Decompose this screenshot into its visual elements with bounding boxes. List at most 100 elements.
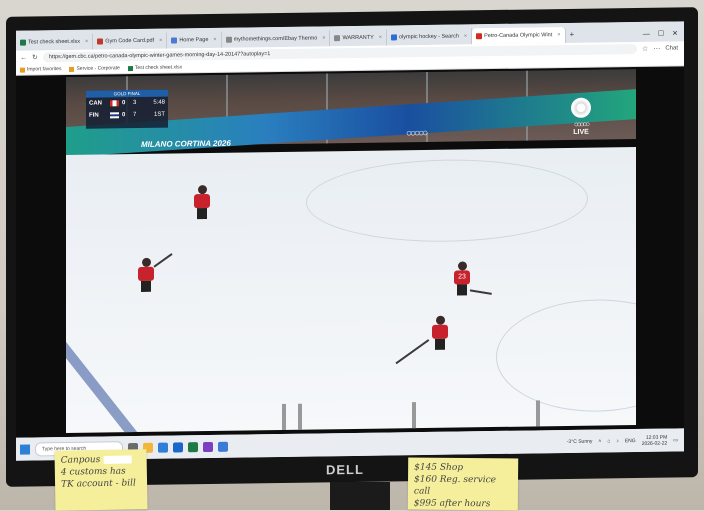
tab-label: Petro-Canada Olympic Wint: [484, 32, 553, 40]
teams-icon[interactable]: [203, 441, 213, 452]
close-window-icon[interactable]: ✕: [672, 29, 678, 37]
close-icon[interactable]: ×: [557, 32, 560, 38]
hockey-player: 23: [454, 261, 470, 296]
sticky-note-right: $145 Shop $160 Reg. service call $995 af…: [407, 457, 519, 511]
live-label: LIVE: [573, 128, 589, 136]
bench-railing: [282, 403, 286, 433]
window-controls: — ☐ ✕: [637, 25, 684, 42]
player-legs: [435, 338, 445, 350]
close-icon[interactable]: ×: [213, 37, 216, 43]
taskbar-clock[interactable]: 12:03 PM 2026-02-22: [642, 434, 668, 446]
close-icon[interactable]: ×: [322, 35, 325, 41]
extensions-icon[interactable]: ⋯: [653, 45, 660, 53]
browser-tab[interactable]: Home Page ×: [167, 31, 222, 49]
player-jersey: [138, 266, 154, 281]
bookmark-label: Service - Corporate: [76, 65, 120, 72]
folder-icon: [69, 66, 75, 72]
close-icon[interactable]: ×: [379, 35, 382, 41]
excel-icon: [127, 65, 133, 71]
excel-icon: [20, 39, 26, 46]
folder-icon: [20, 67, 25, 73]
player-jersey: [194, 193, 210, 209]
language-indicator[interactable]: ENG: [625, 438, 636, 444]
screen: Test check sheet.xlsx × Gym Code Card.pdf…: [16, 21, 684, 461]
page-icon: [171, 37, 178, 44]
player-helmet: [197, 185, 207, 195]
close-icon[interactable]: ×: [159, 38, 162, 44]
bench-railing: [298, 403, 302, 433]
tab-label: mythomethings.com/Ebay Thermo: [233, 35, 318, 43]
browser-tab[interactable]: WARRANTY ×: [330, 29, 387, 47]
cbc-icon: [476, 33, 483, 40]
new-tab-button[interactable]: +: [566, 27, 579, 43]
cbc-gem-icon: [571, 97, 591, 118]
outlook-icon[interactable]: [173, 441, 183, 452]
note-line: $160 Reg. service call: [413, 474, 497, 497]
browser-tab[interactable]: olympic hockey - Search ×: [386, 28, 473, 46]
back-icon[interactable]: ←: [20, 54, 27, 61]
player-legs: [457, 284, 467, 296]
player-jersey: 23: [454, 270, 470, 285]
browser-tab[interactable]: mythomethings.com/Ebay Thermo ×: [221, 30, 331, 48]
refresh-icon[interactable]: ↻: [32, 53, 38, 61]
close-icon[interactable]: ×: [85, 39, 88, 45]
system-tray: -3°C Sunny ˄ ⌂ ♪ ENG 12:03 PM 2026-02-22…: [567, 434, 684, 448]
volume-icon[interactable]: ♪: [616, 438, 619, 444]
finland-flag-icon: [110, 112, 119, 119]
scoreboard-row: FIN 0 7 1ST: [86, 109, 168, 122]
close-icon[interactable]: ×: [464, 33, 467, 39]
notification-icon[interactable]: ▭: [673, 437, 678, 443]
monitor-brand-logo: DELL: [326, 461, 364, 478]
edge-browser-icon[interactable]: [158, 442, 168, 453]
note-line: $995 after hours: [413, 498, 491, 510]
hockey-player: [194, 185, 210, 220]
maximize-icon[interactable]: ☐: [658, 30, 664, 38]
browser-tab[interactable]: Gym Code Card.pdf ×: [93, 32, 168, 50]
chevron-up-icon[interactable]: ˄: [598, 438, 601, 444]
team-shots: 3: [133, 100, 137, 107]
monitor: Test check sheet.xlsx × Gym Code Card.pdf…: [6, 7, 698, 487]
bookmark-item[interactable]: Service - Corporate: [69, 65, 120, 72]
olympic-rings-icon: ○○○○○: [573, 119, 589, 129]
redacted-block: [103, 454, 132, 464]
boards-branding: MILANO CORTINA 2026: [141, 138, 231, 149]
game-period: 1ST: [153, 111, 165, 118]
network-icon[interactable]: ⌂: [607, 438, 610, 444]
team-code: FIN: [89, 112, 99, 119]
clock-time: 12:03 PM: [645, 434, 668, 441]
note-line: $145 Shop: [414, 462, 464, 473]
sticky-note-left: Canpous 4 customs has TK account - bill: [54, 449, 148, 511]
bookmark-label: Test check sheet.xlsx: [134, 64, 183, 72]
windows-start-icon[interactable]: [20, 443, 30, 455]
browser-tab[interactable]: Test check sheet.xlsx ×: [16, 33, 94, 51]
team-code: CAN: [89, 100, 102, 107]
bench-railing: [412, 402, 416, 433]
player-helmet: [435, 315, 445, 325]
player-helmet: [457, 261, 467, 271]
cbc-live-badge: ○○○○○ LIVE: [571, 97, 591, 136]
bookmark-item[interactable]: Import favorites: [20, 66, 61, 73]
player-legs: [141, 280, 151, 292]
minimize-icon[interactable]: —: [643, 30, 650, 37]
chrome-icon[interactable]: [218, 441, 228, 452]
bookmark-item[interactable]: Test check sheet.xlsx: [127, 64, 183, 72]
hockey-broadcast: MILANO CORTINA 2026 ○○○○○ GOLD FINAL CAN…: [66, 69, 636, 433]
player-helmet: [141, 257, 151, 267]
hockey-player: [432, 315, 448, 350]
favorite-star-icon[interactable]: ☆: [642, 45, 648, 53]
bench-railing: [536, 400, 540, 433]
monitor-stand: [330, 482, 390, 510]
weather-widget[interactable]: -3°C Sunny: [567, 438, 593, 444]
canada-flag-icon: [110, 100, 119, 107]
note-line: Canpous: [61, 453, 141, 466]
bookmark-label: Import favorites: [27, 66, 62, 73]
scoreboard: GOLD FINAL CAN 0 3 5:48 FIN 0 7 1ST: [86, 89, 168, 129]
browser-tab-active[interactable]: Petro-Canada Olympic Wint ×: [472, 27, 566, 45]
profile-chat-button[interactable]: Chat: [665, 45, 684, 51]
tab-label: olympic hockey - Search: [398, 33, 459, 41]
video-player[interactable]: MILANO CORTINA 2026 ○○○○○ GOLD FINAL CAN…: [16, 66, 684, 438]
tab-label: Gym Code Card.pdf: [105, 37, 155, 45]
team-score: 0: [122, 112, 126, 119]
excel-icon[interactable]: [188, 441, 198, 452]
game-clock: 5:48: [153, 99, 165, 106]
